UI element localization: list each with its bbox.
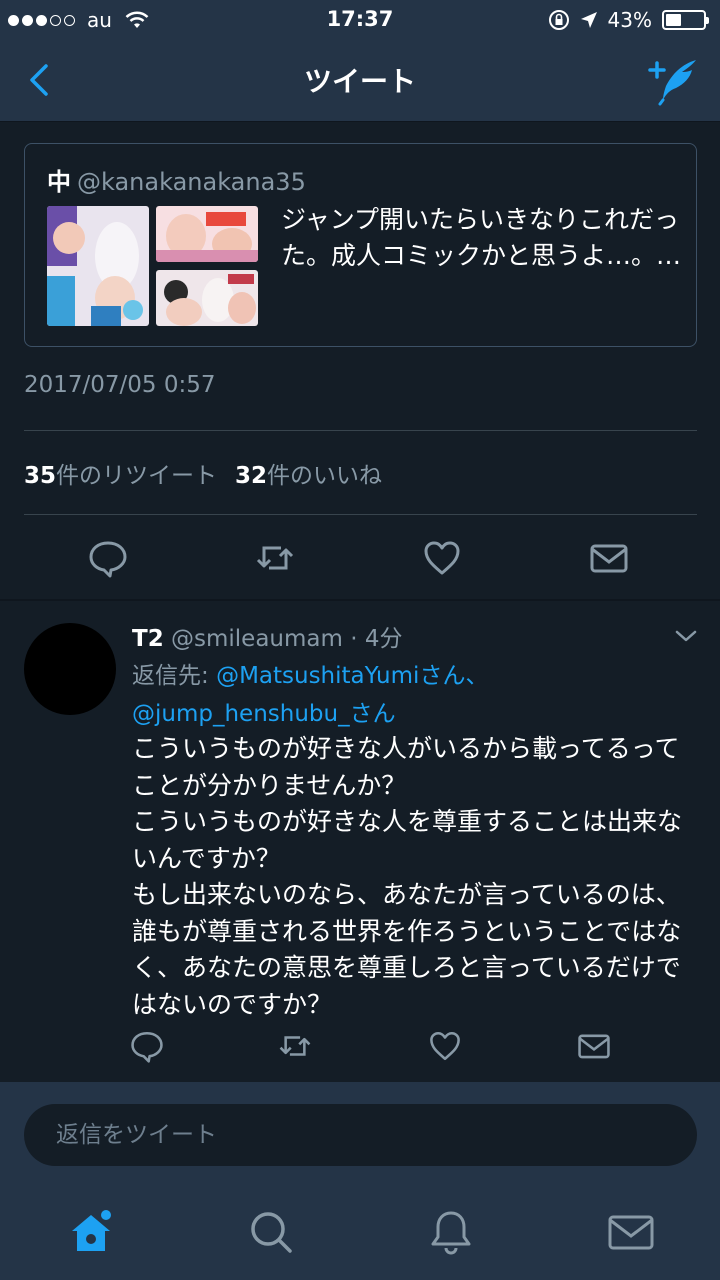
reply-icon[interactable] (88, 538, 128, 578)
quoted-tweet-text: ジャンプ開いたらいきなりこれだった。成人コミックかと思うよ…。… (281, 205, 682, 270)
replying-to-label: 返信先: (132, 663, 217, 689)
media-thumbnail[interactable] (47, 206, 149, 326)
chevron-down-icon[interactable] (674, 627, 698, 645)
media-thumbnail[interactable] (156, 270, 258, 326)
status-bar: au 17:37 43% (0, 0, 720, 40)
compose-icon[interactable] (646, 56, 700, 106)
like-icon[interactable] (428, 1029, 462, 1063)
reply-input[interactable] (24, 1104, 697, 1166)
media-thumbnail[interactable] (156, 206, 258, 262)
divider (24, 430, 697, 431)
like-count[interactable]: 32 (235, 463, 267, 489)
reply-tweet[interactable]: T2 @smileaumam · 4分 返信先: @MatsushitaYumi… (0, 601, 720, 1081)
reply-icon[interactable] (130, 1029, 164, 1063)
tweet-action-bar (0, 530, 720, 585)
mention-link[interactable]: @jump_henshubu_ (132, 701, 350, 727)
tweet-timestamp: 2017/07/05 0:57 (24, 372, 216, 398)
quoted-tweet-card[interactable]: 中 @kanakanakana35 ジャンプ開いたらいきなりこれだった。成人コミ… (24, 143, 697, 347)
battery-percent: 43% (607, 8, 652, 32)
quoted-tweet-author: 中 @kanakanakana35 (47, 162, 306, 197)
mention-suffix: さん、 (419, 663, 489, 689)
reply-text: こういうものが好きな人がいるから載ってるってことが分かりませんか？ こういうもの… (132, 734, 683, 1019)
home-icon[interactable] (66, 1207, 116, 1257)
divider (24, 514, 697, 515)
retweet-count[interactable]: 35 (24, 463, 56, 489)
reply-action-bar (0, 1029, 720, 1069)
dm-icon[interactable] (577, 1029, 611, 1063)
tab-bar (0, 1185, 720, 1280)
reply-composer (0, 1082, 720, 1185)
retweet-label[interactable]: 件のリツイート (56, 463, 217, 489)
tweet-stats: 35件のリツイート 32件のいいね (24, 456, 382, 490)
battery-icon (662, 10, 709, 30)
like-label[interactable]: 件のいいね (267, 463, 382, 489)
retweet-icon[interactable] (255, 538, 295, 578)
reply-author: T2 @smileaumam · 4分 (132, 619, 403, 653)
reply-time: · 4分 (342, 626, 403, 652)
quoted-media-grid[interactable] (47, 206, 259, 326)
quoted-author-name: 中 (47, 168, 71, 196)
page-title: ツイート (303, 65, 416, 98)
notifications-icon[interactable] (426, 1207, 476, 1257)
retweet-icon[interactable] (278, 1029, 312, 1063)
avatar[interactable] (24, 623, 116, 715)
mention-link[interactable]: @MatsushitaYumi (216, 663, 419, 689)
reply-author-name[interactable]: T2 (132, 626, 164, 652)
rotation-lock-icon (548, 10, 569, 30)
messages-icon[interactable] (606, 1207, 656, 1257)
search-icon[interactable] (246, 1207, 296, 1257)
reply-author-handle: @smileaumam (171, 626, 343, 652)
like-icon[interactable] (422, 538, 462, 578)
navigation-bar: ツイート (0, 40, 720, 122)
location-icon (580, 12, 597, 28)
replying-to: 返信先: @MatsushitaYumiさん、 @jump_henshubu_さん (132, 657, 702, 733)
quoted-author-handle: @kanakanakana35 (77, 168, 306, 196)
mention-suffix: さん (349, 701, 396, 727)
dm-icon[interactable] (589, 538, 629, 578)
